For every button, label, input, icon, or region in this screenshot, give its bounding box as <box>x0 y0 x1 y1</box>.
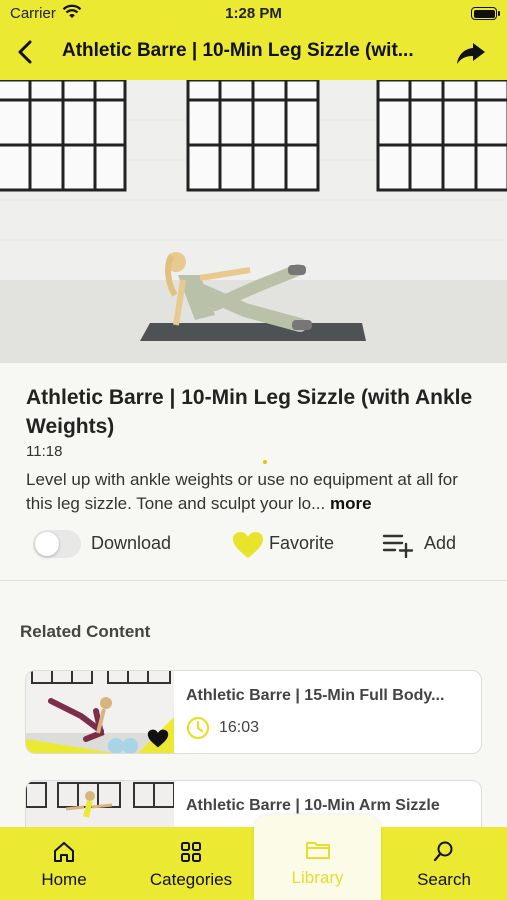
video-duration: 11:18 <box>26 443 63 460</box>
tab-bar: Home Categories Library Search <box>0 815 507 900</box>
related-card[interactable]: Athletic Barre | 15-Min Full Body... 16:… <box>25 670 482 754</box>
back-arrow-icon[interactable] <box>12 38 40 66</box>
clock-icon <box>186 716 210 740</box>
download-label[interactable]: Download <box>91 533 171 554</box>
grid-icon <box>181 842 201 862</box>
tab-library[interactable]: Library <box>254 815 381 900</box>
tab-home-label: Home <box>41 870 87 889</box>
description-text: Level up with ankle weights or use no eq… <box>26 470 458 513</box>
tab-search-label: Search <box>417 870 471 889</box>
share-icon[interactable] <box>455 37 487 69</box>
heart-badge-icon[interactable] <box>147 729 169 748</box>
tab-categories[interactable]: Categories <box>140 827 242 900</box>
video-description: Level up with ankle weights or use no eq… <box>26 468 486 516</box>
related-duration: 16:03 <box>219 719 260 736</box>
tab-home[interactable]: Home <box>24 827 104 900</box>
related-heading: Related Content <box>20 622 151 641</box>
nav-title: Athletic Barre | 10-Min Leg Sizzle (wit.… <box>62 40 414 61</box>
folder-icon <box>305 842 330 859</box>
battery-icon <box>471 7 500 20</box>
more-link[interactable]: more <box>330 494 372 513</box>
video-title: Athletic Barre | 10-Min Leg Sizzle (with… <box>26 386 473 438</box>
search-icon <box>433 841 453 862</box>
tab-library-label: Library <box>291 868 344 887</box>
app-header: Carrier 1:28 PM Athletic Barre | 10-Min … <box>0 0 507 80</box>
tab-search[interactable]: Search <box>404 827 484 900</box>
accent-dot <box>263 460 267 464</box>
video-thumbnail <box>0 80 507 363</box>
toggle-knob <box>35 532 59 556</box>
download-toggle[interactable] <box>33 530 81 558</box>
related-title: Athletic Barre | 15-Min Full Body... <box>186 687 445 704</box>
heart-icon[interactable] <box>232 531 264 559</box>
video-info: Athletic Barre | 10-Min Leg Sizzle (with… <box>0 363 507 580</box>
home-icon <box>54 842 74 862</box>
related-title: Athletic Barre | 10-Min Arm Sizzle <box>186 797 440 814</box>
section-divider <box>0 580 507 581</box>
favorite-label[interactable]: Favorite <box>269 533 334 554</box>
add-to-playlist-icon[interactable] <box>382 532 414 558</box>
video-player[interactable] <box>0 80 507 363</box>
status-bar: Carrier 1:28 PM <box>0 0 507 28</box>
action-row: Download Favorite Add <box>0 526 507 566</box>
related-thumbnail <box>26 671 174 753</box>
tab-categories-label: Categories <box>149 870 233 889</box>
add-label[interactable]: Add <box>424 533 456 554</box>
clock-time: 1:28 PM <box>225 5 282 22</box>
